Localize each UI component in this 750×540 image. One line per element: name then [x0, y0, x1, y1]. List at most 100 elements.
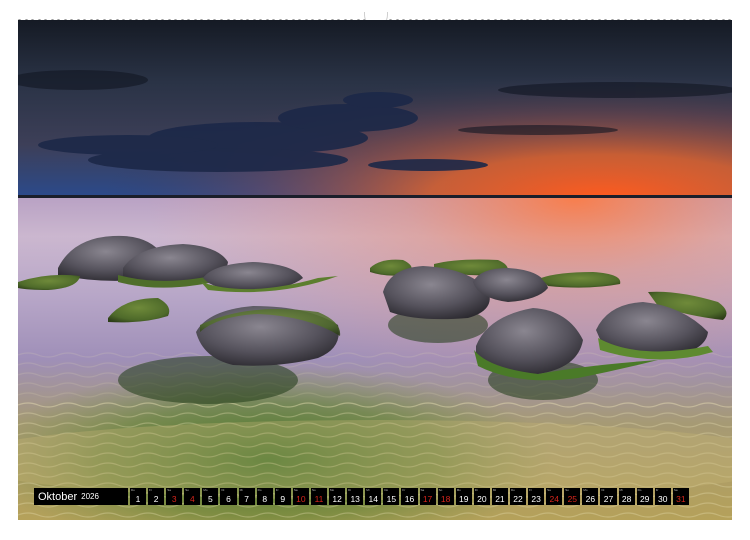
weekday-label: Do: [384, 488, 389, 492]
weekday-label: Mo: [330, 488, 335, 492]
day-number: 8: [262, 493, 268, 504]
weekday-label: So: [185, 488, 189, 492]
day-cell: Mi 7: [238, 488, 255, 505]
day-cell: Do 15: [383, 488, 400, 505]
day-cell: Mo 26: [582, 488, 599, 505]
day-cell: Di 6: [220, 488, 237, 505]
weekday-label: Fr: [655, 488, 659, 492]
day-cell: Sa 3: [166, 488, 183, 505]
weekday-label: Mi: [239, 488, 243, 492]
month-label-box: Oktober 2026: [34, 488, 128, 505]
month-name: Oktober: [38, 490, 78, 503]
day-number: 4: [189, 493, 195, 504]
day-cell: Mi 28: [618, 488, 635, 505]
day-cell: Fr 30: [654, 488, 671, 505]
weekday-label: So: [311, 488, 316, 492]
day-cell: So 25: [564, 488, 581, 505]
day-cell: Do 29: [636, 488, 653, 505]
day-number: 26: [585, 493, 596, 504]
day-number: 23: [531, 493, 541, 504]
weekday-label: Di: [601, 488, 605, 492]
day-number: 29: [639, 493, 650, 504]
day-number: 5: [208, 493, 213, 504]
day-cell: Mo 5: [202, 488, 219, 505]
day-cell: Mo 19: [455, 488, 472, 505]
seascape-photo: [18, 20, 732, 520]
day-number: 16: [404, 493, 415, 504]
day-cell: Di 20: [473, 488, 490, 505]
day-number: 28: [621, 493, 632, 504]
weekday-label: Fr: [149, 488, 152, 492]
weekday-label: Fr: [402, 488, 406, 492]
weekday-label: Do: [510, 488, 515, 492]
day-cell: Fr 2: [148, 488, 165, 505]
weekday-label: Mi: [619, 488, 623, 492]
day-cell: Do 8: [256, 488, 273, 505]
weekday-label: Mo: [203, 488, 208, 492]
month-year: 2026: [81, 492, 99, 501]
weekday-label: Di: [474, 488, 478, 492]
weekday-label: So: [438, 488, 443, 492]
day-cell: Sa 10: [292, 488, 309, 505]
day-number: 12: [332, 493, 342, 504]
day-number: 22: [513, 493, 523, 504]
day-number: 24: [549, 493, 559, 504]
day-cell: Mo 12: [329, 488, 346, 505]
day-number: 6: [226, 493, 231, 504]
day-number: 19: [459, 493, 469, 504]
day-number: 3: [171, 493, 177, 504]
weekday-label: Fr: [275, 488, 279, 492]
day-cell: Fr 9: [274, 488, 291, 505]
day-number: 27: [603, 493, 614, 504]
weekday-label: Di: [348, 488, 351, 492]
day-number: 15: [386, 493, 397, 504]
day-cell: Mi 21: [491, 488, 508, 505]
day-cell: So 18: [437, 488, 454, 505]
day-number: 7: [244, 493, 249, 504]
day-number: 9: [280, 493, 286, 504]
weekday-label: Sa: [673, 488, 678, 492]
weekday-label: Di: [221, 488, 225, 492]
weekday-label: Sa: [420, 488, 425, 492]
day-cell: Sa 31: [672, 488, 689, 505]
day-number: 10: [296, 493, 306, 504]
day-cell: Mi 14: [365, 488, 382, 505]
day-number: 2: [153, 493, 159, 504]
weekday-label: Sa: [293, 488, 298, 492]
weekday-label: Fr: [529, 488, 532, 492]
weekday-label: Do: [637, 488, 642, 492]
sunset-rocks-image: [18, 20, 732, 520]
weekday-label: Mi: [492, 488, 497, 492]
calendar-page: Oktober 2026 Do 1 Fr 2 Sa 3 So 4 Mo 5 Di 6 Mi 7 Do 8 Fr 9…: [0, 0, 750, 540]
day-cell: Di 13: [347, 488, 364, 505]
day-cell: Fr 16: [401, 488, 418, 505]
weekday-label: Do: [257, 488, 262, 492]
weekday-label: Sa: [547, 488, 551, 492]
day-number: 13: [350, 493, 360, 504]
day-cell: Sa 17: [419, 488, 436, 505]
weekday-label: Sa: [167, 488, 171, 492]
month-calendar-strip: Oktober 2026 Do 1 Fr 2 Sa 3 So 4 Mo 5 Di 6 Mi 7 Do 8 Fr 9…: [34, 488, 689, 505]
day-number: 11: [314, 493, 324, 504]
day-cell: Fr 23: [528, 488, 545, 505]
day-number: 1: [135, 493, 141, 504]
day-cell: Di 27: [600, 488, 617, 505]
day-number: 18: [440, 493, 451, 504]
day-cell: Sa 24: [546, 488, 563, 505]
day-number: 20: [477, 493, 487, 504]
weekday-label: Mo: [456, 488, 461, 492]
weekday-label: Mo: [583, 488, 588, 492]
day-number: 25: [567, 493, 578, 504]
day-cell: Do 1: [130, 488, 147, 505]
day-number: 21: [495, 493, 505, 504]
weekday-label: Mi: [366, 488, 370, 492]
day-number: 14: [368, 493, 378, 504]
day-cell: Do 22: [509, 488, 527, 505]
day-cell: So 4: [184, 488, 201, 505]
day-number: 31: [676, 493, 686, 504]
day-number: 17: [422, 493, 433, 504]
weekday-label: Do: [131, 488, 135, 492]
weekday-label: So: [565, 488, 569, 492]
day-number: 30: [658, 493, 668, 504]
day-cell: So 11: [310, 488, 328, 505]
